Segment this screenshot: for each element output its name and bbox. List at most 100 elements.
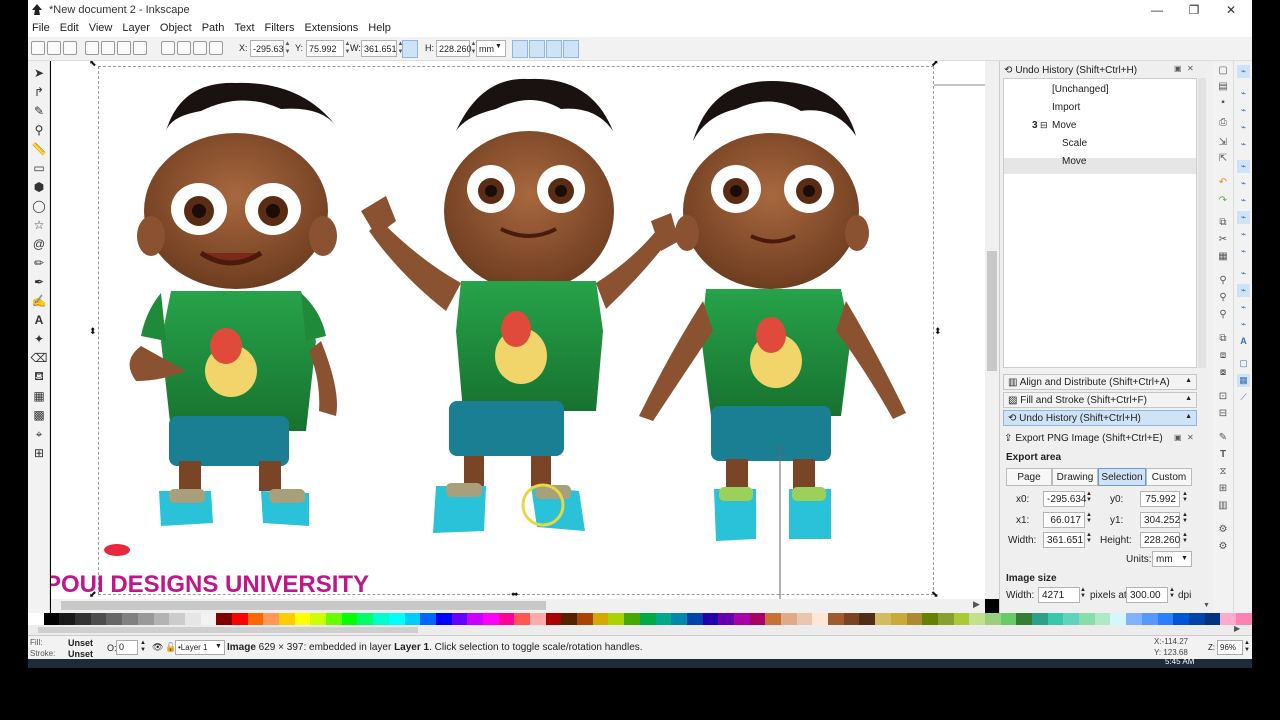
palette-swatch[interactable] — [1173, 613, 1189, 625]
panel-close-icon[interactable]: ✕ — [1187, 64, 1194, 73]
history-item-import[interactable]: Import — [1052, 102, 1080, 113]
layer-chevron-down-icon[interactable]: ▼ — [215, 643, 222, 650]
snap-cusp-icon[interactable]: ⌁ — [1237, 211, 1250, 224]
menu-object[interactable]: Object — [160, 22, 192, 34]
lock-ratio-icon[interactable] — [402, 40, 418, 58]
star-tool-icon[interactable]: ☆ — [31, 217, 47, 233]
palette-swatch[interactable] — [655, 613, 672, 625]
x1-field[interactable]: 66.017 — [1043, 512, 1085, 528]
palette-swatch[interactable] — [482, 613, 499, 625]
h-field[interactable]: 228.260 — [436, 40, 472, 57]
palette-swatch[interactable] — [137, 613, 154, 625]
snap-bbox-corner-icon[interactable]: ⌁ — [1237, 121, 1250, 134]
snap-text-baseline-icon[interactable]: ⌁ — [1237, 301, 1250, 314]
flip-vertical-icon[interactable] — [133, 41, 147, 55]
palette-swatch[interactable] — [1126, 613, 1142, 625]
palette-scroll-right-icon[interactable]: ▶ — [1234, 624, 1240, 633]
lower-icon[interactable] — [193, 41, 207, 55]
pencil-tool-icon[interactable]: ✏ — [31, 255, 47, 271]
history-scrollbar[interactable] — [1198, 78, 1206, 368]
palette-swatch[interactable] — [906, 613, 923, 625]
zoom-field[interactable]: 96% — [1217, 640, 1243, 655]
raise-icon[interactable] — [177, 41, 191, 55]
palette-swatch[interactable] — [1032, 613, 1048, 625]
zoom-page-icon[interactable]: ⚲ — [1217, 309, 1229, 321]
unit-chevron-down-icon[interactable]: ▼ — [495, 43, 502, 50]
group-icon[interactable]: ⊡ — [1217, 391, 1229, 403]
deselect-icon[interactable] — [63, 41, 77, 55]
history-item-move-current[interactable]: Move — [1062, 156, 1086, 167]
palette-swatch[interactable] — [294, 613, 311, 625]
paste-icon[interactable]: ▦ — [1217, 251, 1229, 263]
redo-icon[interactable]: ↷ — [1217, 195, 1229, 207]
snap-bbox-icon[interactable]: ⌁ — [1237, 87, 1250, 100]
stroke-value[interactable]: Unset — [68, 649, 93, 659]
fill-stroke-tab[interactable]: ▨ Fill and Stroke (Shift+Ctrl+F) ▲ — [1003, 392, 1197, 408]
palette-swatch[interactable] — [984, 613, 1001, 625]
palette-swatch[interactable] — [279, 613, 295, 625]
menu-extensions[interactable]: Extensions — [304, 22, 358, 34]
menu-help[interactable]: Help — [368, 22, 391, 34]
img-width-spinner-icon[interactable]: ▲ ▼ — [1080, 587, 1086, 599]
dock-scroll-down-icon[interactable]: ▼ — [1203, 602, 1210, 609]
print-icon[interactable]: ⎙ — [1217, 117, 1229, 129]
palette-swatch[interactable] — [577, 613, 593, 625]
collapse-icon[interactable]: ⊟ — [1040, 120, 1048, 131]
panel-iconify-icon[interactable]: ▣ — [1174, 64, 1182, 73]
palette-swatch[interactable] — [43, 613, 60, 625]
snap-rotation-center-icon[interactable]: ⌁ — [1237, 284, 1250, 297]
snap-path-icon[interactable]: ⌁ — [1237, 177, 1250, 190]
x1-spinner-icon[interactable]: ▲ ▼ — [1086, 512, 1092, 524]
palette-swatch[interactable] — [718, 613, 734, 625]
palette-swatch[interactable] — [231, 613, 248, 625]
palette-swatch[interactable] — [561, 613, 578, 625]
minimize-button[interactable]: — — [1138, 0, 1176, 19]
color-palette[interactable] — [28, 613, 1252, 625]
x-field[interactable]: -295.63 — [250, 40, 284, 57]
snap-text-icon[interactable]: A — [1237, 335, 1250, 348]
x0-field[interactable]: -295.634 — [1043, 491, 1086, 507]
palette-scroll-thumb[interactable] — [38, 627, 418, 633]
zoom-selection-icon[interactable]: ⚲ — [1217, 275, 1229, 287]
palette-swatch[interactable] — [200, 613, 217, 625]
palette-swatch[interactable] — [702, 613, 719, 625]
palette-swatch[interactable] — [890, 613, 907, 625]
snap-page-border-icon[interactable]: ⌁ — [1237, 318, 1250, 331]
palette-swatch[interactable] — [373, 613, 389, 625]
palette-swatch[interactable] — [451, 613, 468, 625]
palette-swatch[interactable] — [153, 613, 170, 625]
vscroll-thumb[interactable] — [987, 251, 997, 371]
gradient-tool-icon[interactable]: ▦ — [31, 388, 47, 404]
export-doc-icon[interactable]: ⇱ — [1217, 153, 1229, 165]
palette-swatch[interactable] — [843, 613, 860, 625]
palette-swatch[interactable] — [514, 613, 530, 625]
align-distribute-tab[interactable]: ▥ Align and Distribute (Shift+Ctrl+A) ▲ — [1003, 374, 1197, 390]
zoom-drawing-icon[interactable]: ⚲ — [1217, 292, 1229, 304]
canvas-vertical-scrollbar[interactable] — [985, 61, 999, 599]
palette-swatch[interactable] — [1094, 613, 1111, 625]
rotate-cw-icon[interactable] — [101, 41, 115, 55]
scale-stroke-icon[interactable] — [512, 40, 528, 58]
palette-swatch[interactable] — [1047, 613, 1064, 625]
lower-to-bottom-icon[interactable] — [209, 41, 223, 55]
palette-swatch[interactable] — [749, 613, 766, 625]
units-chevron-down-icon[interactable]: ▼ — [1181, 555, 1188, 562]
palette-swatch[interactable] — [1204, 613, 1221, 625]
layer-visibility-icon[interactable]: 👁 — [152, 642, 163, 653]
close-button[interactable]: ✕ — [1212, 0, 1250, 19]
palette-swatch[interactable] — [59, 613, 76, 625]
palette-swatch[interactable] — [498, 613, 515, 625]
palette-swatch[interactable] — [75, 613, 91, 625]
palette-swatch[interactable] — [1110, 613, 1127, 625]
snap-nodes-icon[interactable]: ⌁ — [1237, 160, 1250, 173]
bucket-tool-icon[interactable]: ⛾ — [31, 369, 47, 385]
node-tool-icon[interactable]: ↱ — [31, 84, 47, 100]
height-spinner-icon[interactable]: ▲ ▼ — [1182, 532, 1188, 544]
palette-swatch[interactable] — [812, 613, 829, 625]
palette-swatch[interactable] — [781, 613, 797, 625]
palette-swatch[interactable] — [639, 613, 656, 625]
duplicate-icon[interactable]: ⧉ — [1217, 333, 1229, 345]
width-field[interactable]: 361.651 — [1043, 532, 1085, 548]
menu-view[interactable]: View — [89, 22, 113, 34]
palette-swatch[interactable] — [106, 613, 123, 625]
